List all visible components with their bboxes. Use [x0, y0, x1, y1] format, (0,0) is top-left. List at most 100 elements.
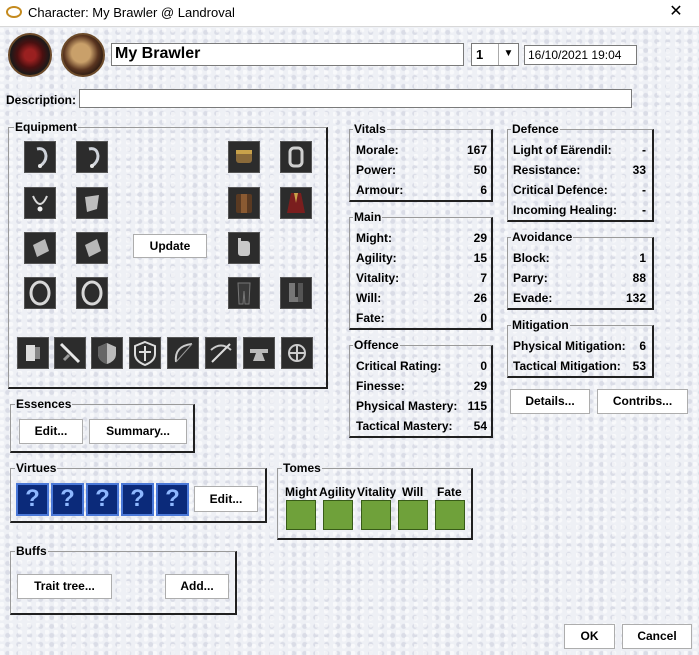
- stat-name: Fate:: [356, 311, 385, 325]
- vitals-label: Vitals: [353, 122, 387, 136]
- stat-name: Morale:: [356, 143, 399, 157]
- stat-value: 7: [480, 271, 487, 285]
- wrist-left-slot[interactable]: [24, 232, 56, 264]
- add-buff-button[interactable]: Add...: [165, 574, 229, 599]
- knuckle-icon: [26, 345, 40, 361]
- tool-slot[interactable]: [243, 337, 275, 369]
- necklace-slot[interactable]: [24, 187, 56, 219]
- might-row: Might: 29: [356, 231, 487, 245]
- stat-name: Might:: [356, 231, 392, 245]
- ear-left-slot[interactable]: [24, 141, 56, 173]
- stat-value: 115: [467, 399, 487, 413]
- bridle-slot[interactable]: [281, 337, 313, 369]
- virtues-edit-button[interactable]: Edit...: [194, 486, 258, 512]
- ok-button[interactable]: OK: [564, 624, 615, 649]
- essences-edit-button[interactable]: Edit...: [19, 419, 83, 444]
- gloves-slot[interactable]: [228, 232, 260, 264]
- ear-right-slot[interactable]: [76, 141, 108, 173]
- pocket-icon: [85, 195, 99, 212]
- block-row: Block: 1: [513, 251, 646, 265]
- character-window: Character: My Brawler @ Landroval ✕ My B…: [0, 0, 699, 655]
- avoidance-label: Avoidance: [511, 230, 574, 244]
- tome-fate-icon[interactable]: [435, 500, 465, 530]
- stat-name: Vitality:: [356, 271, 400, 285]
- race-portrait-icon[interactable]: [61, 33, 105, 77]
- ring-left-slot[interactable]: [24, 277, 56, 309]
- stat-name: Incoming Healing:: [513, 203, 618, 217]
- tome-might-icon[interactable]: [286, 500, 316, 530]
- chest-armour-icon: [236, 194, 252, 213]
- necklace-icon: [32, 195, 48, 212]
- shield-slot[interactable]: [129, 337, 161, 369]
- power-row: Power: 50: [356, 163, 487, 177]
- stat-value: 54: [473, 419, 487, 433]
- trait-tree-button[interactable]: Trait tree...: [17, 574, 112, 599]
- ring-icon: [29, 280, 51, 306]
- class-icon[interactable]: [8, 33, 52, 77]
- tome-agility-icon[interactable]: [323, 500, 353, 530]
- stat-value: 33: [632, 163, 646, 177]
- stat-name: Will:: [356, 291, 382, 305]
- bracelet-slot[interactable]: [280, 141, 312, 173]
- stat-value: -: [642, 183, 646, 197]
- close-icon[interactable]: ✕: [653, 0, 699, 26]
- wrist-right-slot[interactable]: [76, 232, 108, 264]
- bracelet-icon: [288, 146, 304, 168]
- ranged-slot[interactable]: [167, 337, 199, 369]
- date-field[interactable]: 16/10/2021 19:04: [524, 45, 637, 65]
- earring-icon: [88, 147, 100, 168]
- resistance-row: Resistance: 33: [513, 163, 646, 177]
- class-slot[interactable]: [17, 337, 49, 369]
- chevron-down-icon[interactable]: ▼: [498, 44, 518, 65]
- equipment-label: Equipment: [14, 120, 78, 134]
- update-button[interactable]: Update: [133, 234, 207, 258]
- stat-name: Critical Defence:: [513, 183, 608, 197]
- main-hand-slot[interactable]: [54, 337, 86, 369]
- virtue-slot-1[interactable]: ?: [16, 483, 49, 516]
- level-value: 1: [476, 47, 484, 62]
- morale-row: Morale: 167: [356, 143, 487, 157]
- cancel-button[interactable]: Cancel: [622, 624, 692, 649]
- character-name-field[interactable]: My Brawler: [111, 43, 464, 66]
- stat-value: -: [642, 203, 646, 217]
- tome-vitality-icon[interactable]: [361, 500, 391, 530]
- stat-name: Power:: [356, 163, 397, 177]
- stat-value: 50: [473, 163, 487, 177]
- virtue-slot-4[interactable]: ?: [121, 483, 154, 516]
- gloves-icon: [238, 238, 250, 256]
- armour-row: Armour: 6: [356, 183, 487, 197]
- ring-icon: [81, 280, 103, 306]
- crossbow-icon: [210, 343, 232, 363]
- ring-right-slot[interactable]: [76, 277, 108, 309]
- details-button[interactable]: Details...: [510, 389, 590, 414]
- finesse-row: Finesse: 29: [356, 379, 487, 393]
- virtue-slot-3[interactable]: ?: [86, 483, 119, 516]
- crossbow-slot[interactable]: [205, 337, 237, 369]
- level-combobox[interactable]: 1 ▼: [471, 43, 519, 66]
- stat-value: 132: [625, 291, 646, 305]
- pocket-slot[interactable]: [76, 187, 108, 219]
- leggings-icon: [237, 282, 251, 305]
- tome-will-icon[interactable]: [398, 500, 428, 530]
- tome-agility-label: Agility: [319, 485, 356, 499]
- stat-name: Parry:: [513, 271, 548, 285]
- boots-slot[interactable]: [280, 277, 312, 309]
- description-field[interactable]: [79, 89, 632, 108]
- virtue-slot-5[interactable]: ?: [156, 483, 189, 516]
- virtue-slot-2[interactable]: ?: [51, 483, 84, 516]
- incoming-healing-row: Incoming Healing: -: [513, 203, 646, 217]
- chest-slot[interactable]: [228, 187, 260, 219]
- bracer-icon: [33, 239, 49, 257]
- essences-summary-button[interactable]: Summary...: [89, 419, 187, 444]
- bracer-icon: [85, 239, 101, 257]
- contribs-button[interactable]: Contribs...: [597, 389, 688, 414]
- tome-might-label: Might: [285, 485, 317, 499]
- back-slot[interactable]: [280, 187, 312, 219]
- offence-label: Offence: [353, 338, 400, 352]
- head-slot[interactable]: [228, 141, 260, 173]
- off-hand-slot[interactable]: [91, 337, 123, 369]
- legs-slot[interactable]: [228, 277, 260, 309]
- stat-name: Agility:: [356, 251, 397, 265]
- shield-icon: [98, 343, 116, 364]
- tactical-mastery-row: Tactical Mastery: 54: [356, 419, 487, 433]
